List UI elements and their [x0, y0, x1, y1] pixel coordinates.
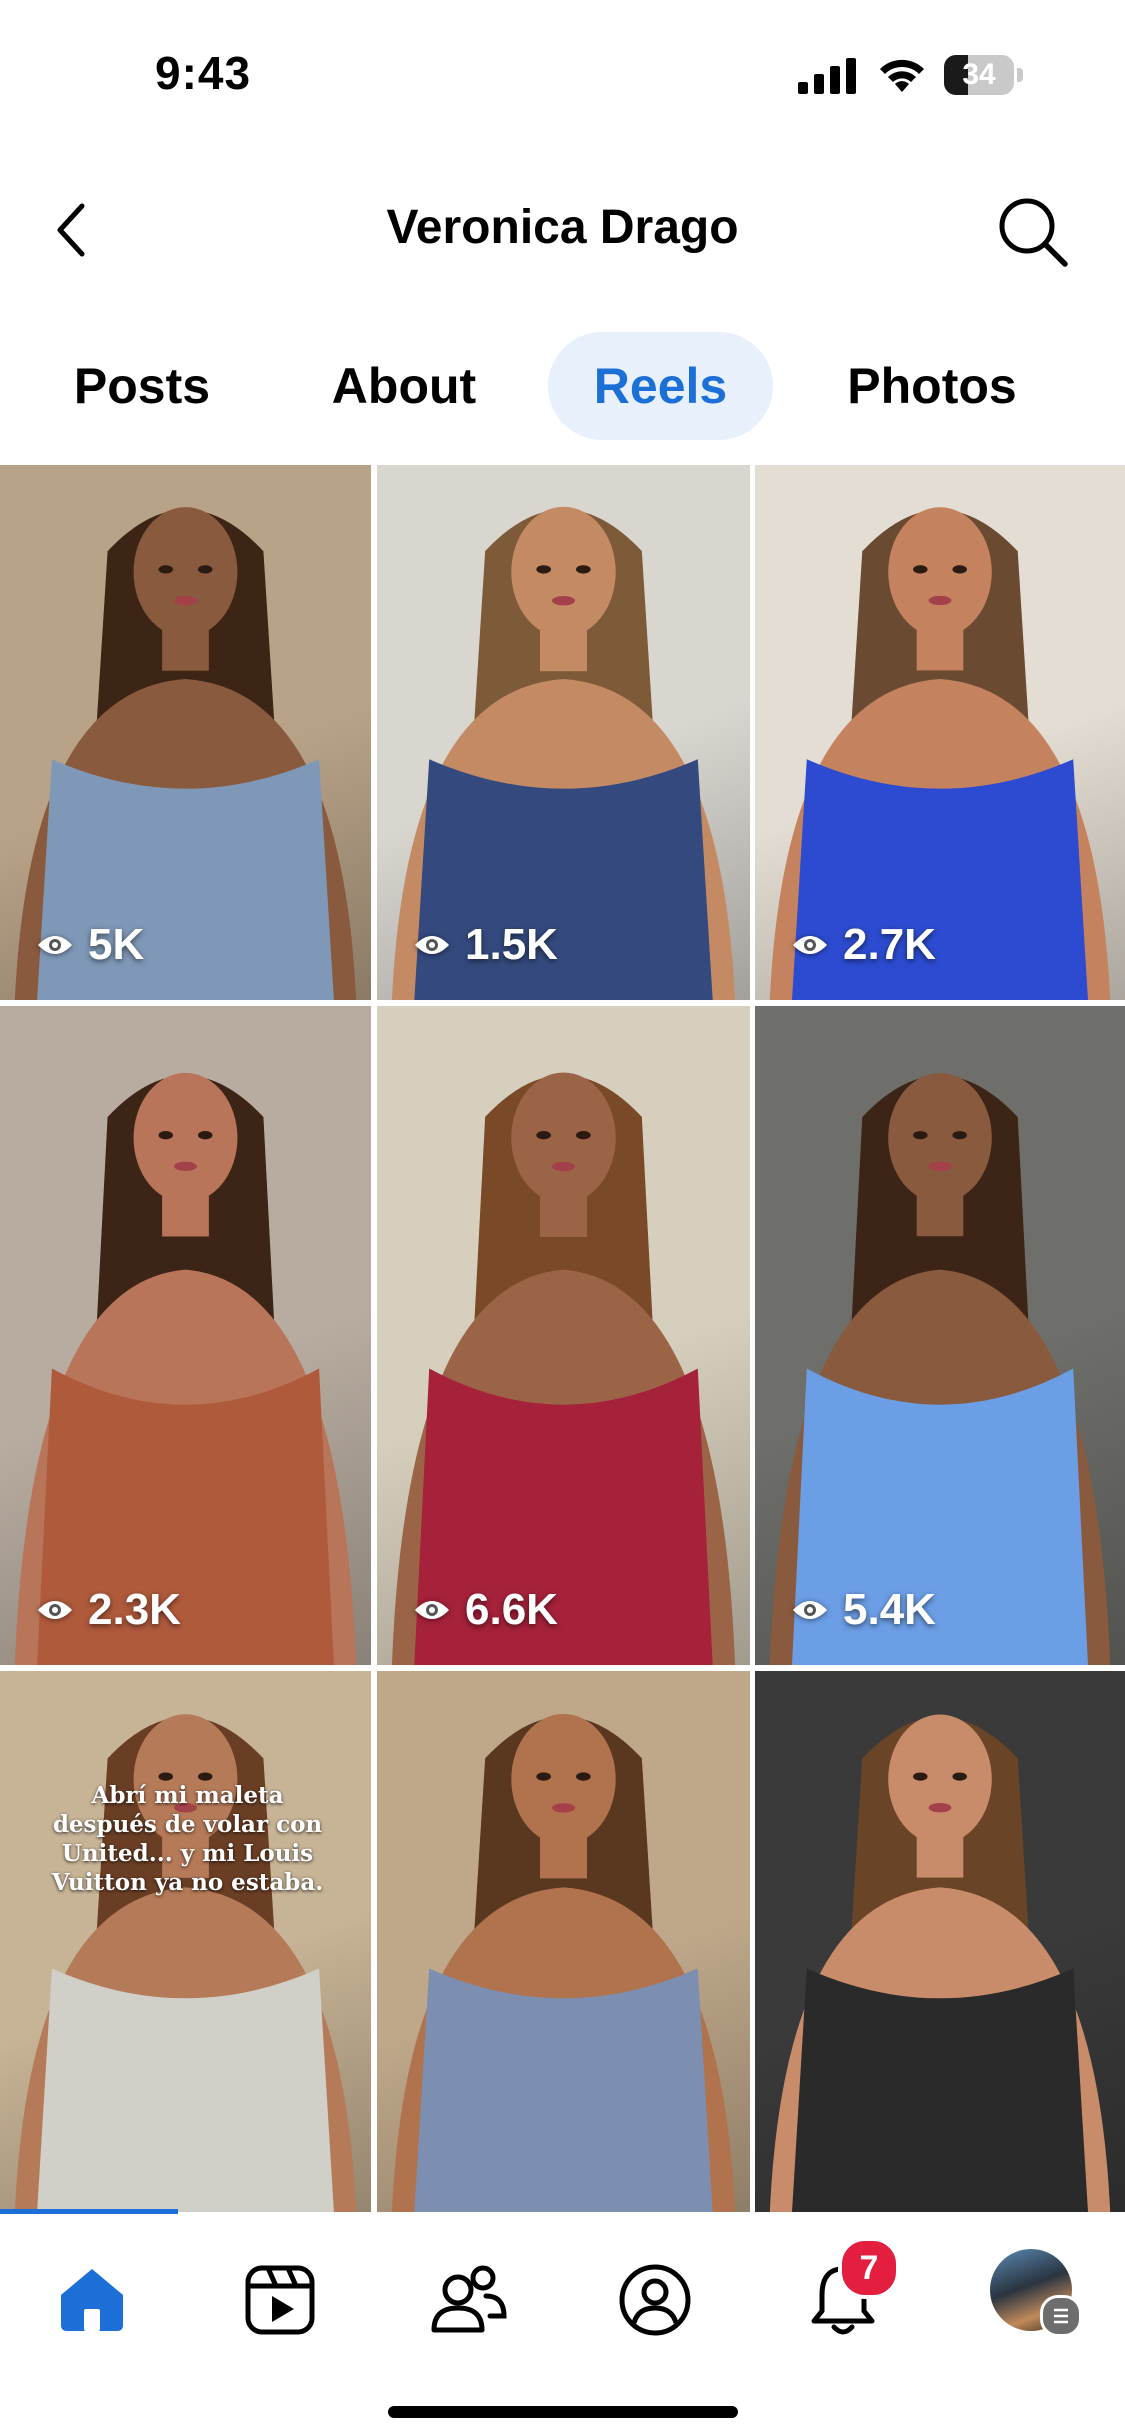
eye-icon: [38, 1601, 72, 1619]
reel-view-count: 1.5K: [413, 920, 558, 970]
page-title: Veronica Drago: [386, 201, 739, 254]
cellular-signal-icon: [798, 58, 856, 94]
reel-thumbnail[interactable]: 2.3K: [0, 1006, 371, 1665]
reel-thumbnail[interactable]: Abrí mi maleta después de volar con Unit…: [0, 1671, 371, 2212]
status-time: 9:43: [155, 47, 252, 99]
friends-icon[interactable]: [418, 2250, 518, 2350]
search-icon[interactable]: [995, 194, 1071, 270]
view-count-text: 1.5K: [465, 920, 558, 969]
tab-label: Posts: [73, 358, 211, 414]
reel-caption: Abrí mi maleta después de volar con Unit…: [51, 1782, 324, 1896]
reel-view-count: 6.6K: [413, 1585, 558, 1635]
tab-photos[interactable]: Photos: [812, 332, 1052, 440]
reel-thumbnail[interactable]: 5K: [0, 465, 371, 1000]
home-indicator: [388, 2406, 738, 2418]
status-bar: 9:43 34: [0, 0, 1125, 150]
reel-thumbnail[interactable]: [377, 1671, 750, 2212]
reel-preview-image: [391, 1713, 736, 2212]
reel-thumbnail[interactable]: 6.6K: [377, 1006, 750, 1665]
reel-view-count: 2.3K: [36, 1585, 181, 1635]
battery-level: 34: [962, 58, 996, 91]
menu-icon: [1040, 2295, 1082, 2337]
view-count-text: 2.7K: [843, 920, 936, 969]
tab-label: Reels: [593, 358, 728, 414]
reel-preview-image: [769, 1073, 1111, 1665]
eye-icon: [415, 936, 449, 954]
view-count-text: 5.4K: [843, 1585, 936, 1634]
profile-icon[interactable]: [605, 2250, 705, 2350]
eye-icon: [793, 1601, 827, 1619]
bottom-nav: [0, 2214, 1125, 2436]
reel-view-count: 5.4K: [791, 1585, 936, 1635]
eye-icon: [38, 936, 72, 954]
battery-icon: 34: [944, 55, 1024, 95]
page-header: Veronica Drago: [0, 170, 1125, 290]
reel-view-count: 5K: [36, 920, 144, 970]
view-count-text: 6.6K: [465, 1585, 558, 1634]
view-count-text: 5K: [88, 920, 145, 969]
reel-thumbnail[interactable]: 1.5K: [377, 465, 750, 1000]
tab-label: About: [331, 358, 477, 414]
eye-icon: [793, 936, 827, 954]
video-icon[interactable]: [230, 2250, 330, 2350]
profile-tabs: Posts About Reels Photos: [0, 332, 1125, 442]
reel-preview-image: [14, 1714, 357, 2212]
wifi-icon: [880, 59, 924, 92]
view-count-text: 2.3K: [88, 1585, 181, 1634]
reel-preview-image: [391, 1072, 736, 1665]
home-icon[interactable]: [42, 2250, 142, 2350]
tab-reels[interactable]: Reels: [548, 332, 773, 440]
reel-preview-image: [14, 1072, 357, 1665]
reel-preview-image: [769, 1714, 1111, 2212]
tab-label: Photos: [847, 358, 1017, 414]
notifications-badge: 7: [838, 2237, 900, 2299]
reel-thumbnail[interactable]: 5.4K: [755, 1006, 1125, 1665]
eye-icon: [415, 1601, 449, 1619]
tab-posts[interactable]: Posts: [42, 332, 242, 440]
reels-grid: 5K 1.5K 2.7K 2.3K 6.6K 5.4K Abrí mi malet…: [0, 465, 1125, 2212]
reel-thumbnail[interactable]: 2.7K: [755, 465, 1125, 1000]
reel-view-count: 2.7K: [791, 920, 936, 970]
reel-thumbnail[interactable]: [755, 1671, 1125, 2212]
tab-about[interactable]: About: [298, 332, 510, 440]
